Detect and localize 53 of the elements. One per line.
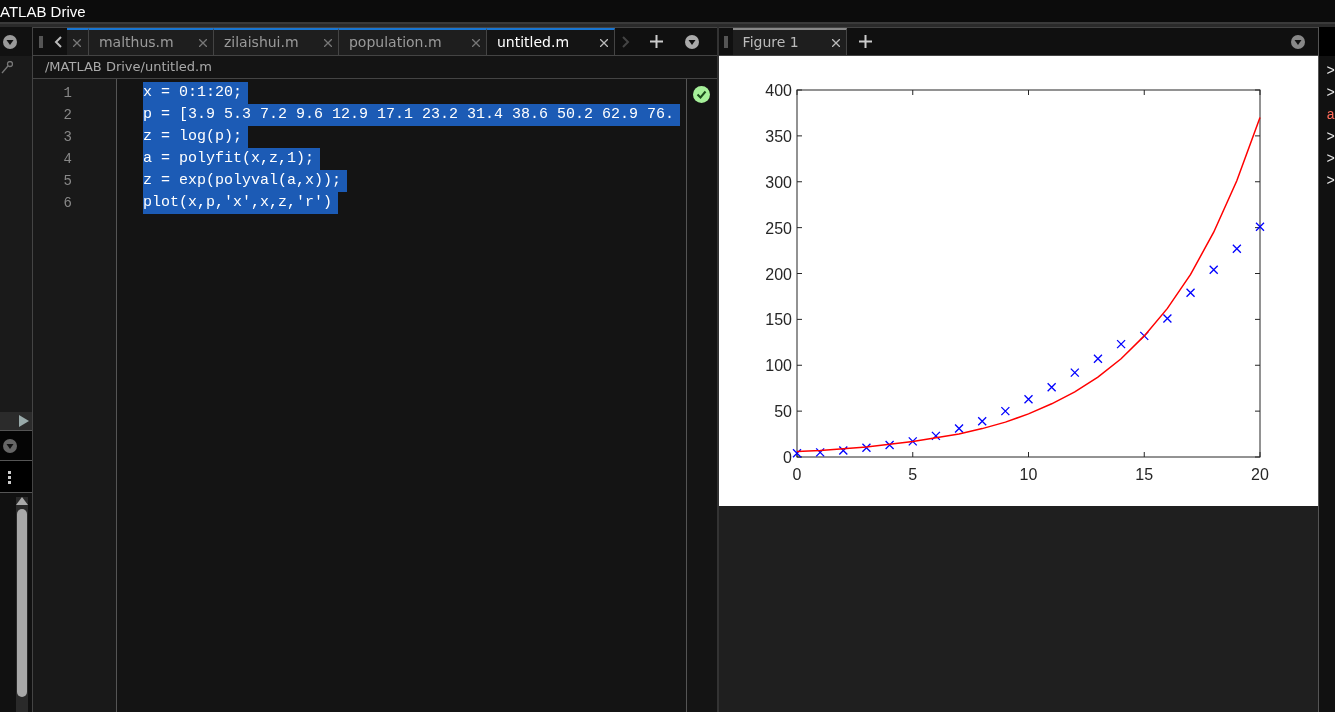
close-icon[interactable] [600,38,608,47]
close-icon[interactable] [831,38,840,47]
y-tick-label: 0 [782,449,792,466]
dropdown-icon[interactable] [3,438,17,453]
dropdown-icon[interactable] [3,34,17,49]
y-tick-label: 350 [764,127,792,145]
line-number: 1 [63,84,72,103]
dropdown-icon[interactable] [685,34,699,49]
chevron-left-icon [54,35,62,48]
line-number: 3 [63,128,72,147]
dropdown-icon[interactable] [1290,34,1305,49]
x-tick-label: 15 [1134,466,1153,483]
y-tick-label: 250 [764,219,792,237]
tab[interactable]: malthus.m [89,28,214,55]
link-icon[interactable] [1,61,13,75]
y-tick-label: 100 [764,357,792,375]
tab[interactable]: population.m [339,28,487,55]
console-line: > [1326,62,1335,81]
scroll-up-icon[interactable] [16,497,28,505]
line-number: 5 [63,172,72,191]
x-tick-label: 20 [1250,466,1269,483]
x-tick-label: 10 [1019,466,1037,483]
check-icon [693,86,711,103]
console-header [1318,27,1335,56]
tab[interactable]: untitled.m [487,28,615,55]
y-tick-label: 200 [764,265,792,283]
tab[interactable] [67,28,89,55]
add-icon[interactable] [859,35,873,48]
line-number: 2 [63,106,72,125]
grip-icon[interactable] [39,35,43,48]
add-icon[interactable] [650,35,664,48]
line-number: 4 [63,150,72,169]
x-tick-label: 0 [792,466,802,483]
grip-icon[interactable] [8,469,12,484]
scrollbar[interactable] [16,497,28,712]
file-path: /MATLAB Drive/untitled.m [45,58,212,77]
window-title: ATLAB Drive [0,3,86,19]
y-tick-label: 400 [764,82,792,99]
x-tick-label: 5 [907,466,917,483]
grip-icon[interactable] [723,35,728,48]
tab[interactable]: Figure 1 [732,28,847,55]
console-line: > [1326,128,1335,147]
scrollbar-thumb[interactable] [17,509,27,697]
y-tick-label: 150 [764,311,792,329]
line-number: 6 [63,194,72,213]
console-line: a [1326,106,1335,125]
console-line: > [1326,150,1335,169]
console-line: > [1326,172,1335,191]
play-icon[interactable] [19,415,29,427]
tab[interactable]: zilaishui.m [214,28,339,55]
y-tick-label: 300 [764,173,792,191]
console-line: > [1326,84,1335,103]
y-tick-label: 50 [773,403,792,421]
